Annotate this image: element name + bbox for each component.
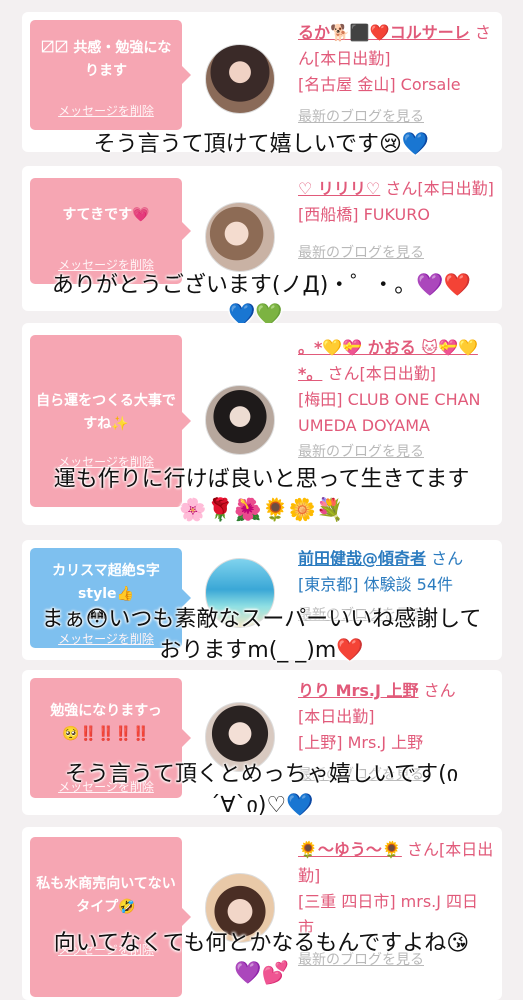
shop-text: [東京都] 体験談 54件	[298, 575, 454, 594]
shop-text: [名古屋 金山] Corsale	[298, 75, 461, 94]
profile-info: るか🐕⬛❤️コルサーレ さん[本日出勤] [名古屋 金山] Corsale 最新…	[298, 20, 494, 130]
caption-overlay: そう言うて頂けて嬉しいです😢💙	[93, 132, 430, 157]
shop-text: [上野] Mrs.J 上野	[298, 733, 424, 752]
status-text: [本日出勤]	[298, 707, 375, 726]
avatar[interactable]	[205, 385, 275, 455]
caption-overlay: おりますm(_ _)m❤️	[159, 638, 364, 663]
bubble-message-text: すてきです💗	[62, 207, 150, 223]
caption-overlay: ´∀`ი)♡💙	[209, 793, 314, 818]
profile-info: ♡ リリリ♡ さん[本日出勤] [西船橋] FUKURO 最新のブログを見る	[298, 176, 494, 266]
profile-name-link[interactable]: 🌻〜ゆう〜🌻	[298, 840, 402, 859]
profile-name-link[interactable]: ♡ リリリ♡	[298, 179, 380, 198]
caption-overlay: そう言うて頂くとめっちゃ嬉しいです(ი	[64, 762, 459, 787]
profile-name-link[interactable]: るか🐕⬛❤️コルサーレ	[298, 23, 470, 42]
delete-message-link[interactable]: メッセージを削除	[30, 102, 182, 119]
caption-overlay: 運も作りに行けば良いと思って生きてます	[53, 467, 470, 492]
status-text: さん[本日出勤]	[327, 364, 436, 383]
avatar[interactable]	[205, 44, 275, 114]
bubble-message-text: 自ら運をつくる大事ですね✨	[36, 393, 176, 432]
caption-overlay: 💜💕	[234, 961, 289, 986]
bubble-message-text: 私も水商売向いてないタイプ🤣	[36, 876, 176, 915]
bubble-message-text: 勉強になりますっ🥺‼️‼️‼️‼️	[50, 703, 162, 742]
message-bubble: 〼〼 共感・勉強になります メッセージを削除	[30, 20, 191, 130]
latest-blog-link[interactable]: 最新のブログを見る	[298, 439, 494, 465]
status-text: さん	[431, 549, 464, 568]
profile-info: 。*💛💝 かおる 🐱💝💛*。 さん[本日出勤] [梅田] CLUB ONE CH…	[298, 335, 494, 465]
message-bubble: すてきです💗 メッセージを削除	[30, 178, 191, 284]
status-text: さん	[423, 681, 456, 700]
caption-overlay: 向いてなくても何とかなるもんですよね😘	[53, 931, 470, 956]
status-text: さん[本日出勤]	[385, 179, 494, 198]
caption-overlay: まぁ😳いつも素敵なスーパーいいね感謝して	[41, 607, 482, 632]
shop-text: [西船橋] FUKURO	[298, 205, 430, 224]
bubble-message-text: 〼〼 共感・勉強になります	[40, 40, 172, 79]
caption-overlay: ありがとうございます(ノД)・゜・。💜❤️	[51, 273, 472, 298]
shop-text: [梅田] CLUB ONE CHAN UMEDA DOYAMA	[298, 390, 481, 435]
profile-name-link[interactable]: 前田健哉@傾奇者	[298, 549, 426, 568]
delete-message-link[interactable]: メッセージを削除	[30, 256, 182, 273]
latest-blog-link[interactable]: 最新のブログを見る	[298, 240, 494, 266]
profile-name-link[interactable]: りり Mrs.J 上野	[298, 681, 419, 700]
bubble-message-text: カリスマ超絶S字style👍	[52, 563, 160, 602]
avatar[interactable]	[205, 202, 275, 272]
message-card-3: 自ら運をつくる大事ですね✨ メッセージを削除 。*💛💝 かおる 🐱💝💛*。 さん…	[22, 323, 502, 525]
latest-blog-link[interactable]: 最新のブログを見る	[298, 104, 494, 130]
caption-overlay: 🌸🌹🌺🌻🌼💐	[179, 498, 344, 523]
